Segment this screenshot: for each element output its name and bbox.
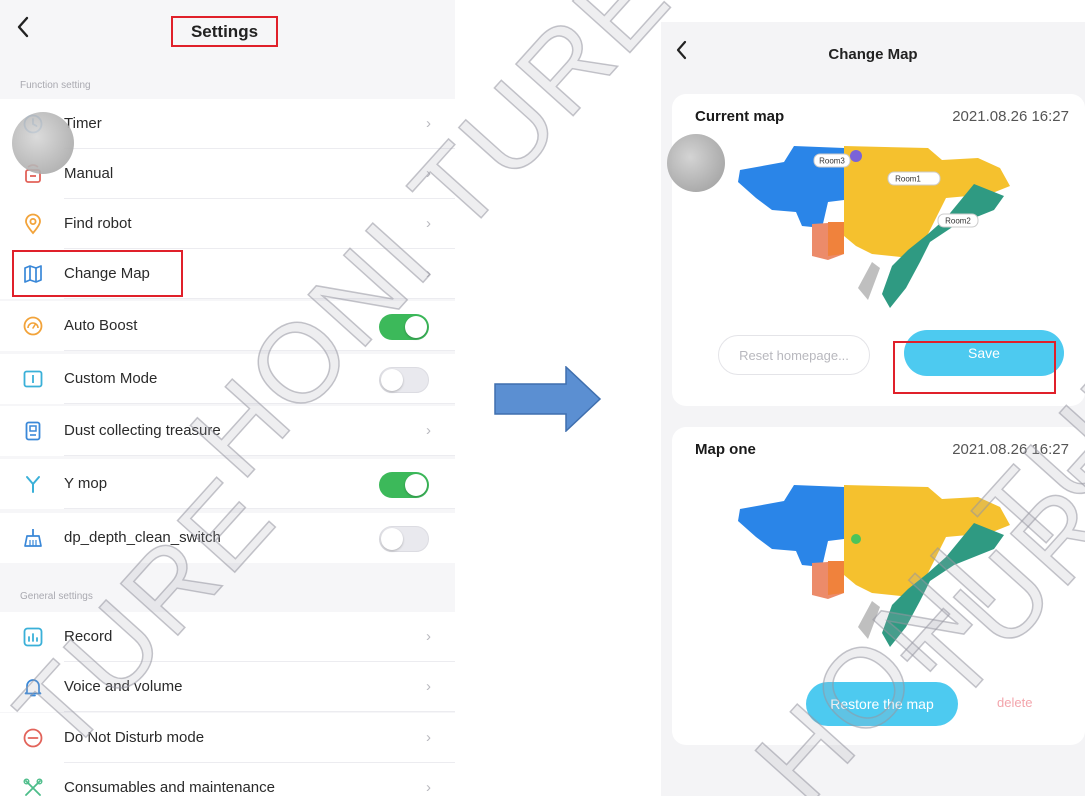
- divider: [64, 350, 455, 351]
- chevron-right-icon: ›: [426, 628, 431, 645]
- screenshot-composite: Settings Function setting Timer › Manual…: [0, 0, 1085, 796]
- divider: [64, 298, 455, 299]
- floor-map-current: Room3 Room1 Room2: [738, 146, 1010, 308]
- change-map-highlight-box: [12, 250, 183, 297]
- settings-item-record[interactable]: Record ›: [0, 612, 455, 662]
- broom-icon: [20, 526, 46, 550]
- settings-item-label: Voice and volume: [64, 678, 183, 695]
- custom-mode-icon: [20, 367, 46, 391]
- settings-item-custom-mode: Custom Mode: [0, 354, 455, 404]
- settings-item-depth-clean: dp_depth_clean_switch: [0, 513, 455, 563]
- settings-item-label: dp_depth_clean_switch: [64, 529, 221, 546]
- back-icon[interactable]: [16, 14, 30, 44]
- svg-text:Room3: Room3: [819, 157, 845, 166]
- section-label-general: General settings: [20, 591, 93, 602]
- custom-mode-toggle[interactable]: [379, 367, 429, 393]
- divider: [64, 508, 455, 509]
- assistive-touch-ball[interactable]: [12, 112, 74, 174]
- svg-text:Room1: Room1: [895, 175, 921, 184]
- toggle-knob: [381, 369, 403, 391]
- y-mop-toggle[interactable]: [379, 472, 429, 498]
- do-not-disturb-icon: [20, 726, 46, 750]
- settings-item-label: Find robot: [64, 215, 132, 232]
- auto-boost-toggle[interactable]: [379, 314, 429, 340]
- chevron-right-icon: ›: [426, 115, 431, 132]
- divider: [64, 711, 455, 712]
- page-title: Change Map: [828, 46, 918, 63]
- chevron-right-icon: ›: [426, 265, 431, 282]
- change-map-screen: Change Map Current map 2021.08.26 16:27 …: [661, 22, 1085, 796]
- robot-position-icon: [851, 534, 861, 544]
- settings-item-dust-collecting[interactable]: Dust collecting treasure ›: [0, 406, 455, 456]
- room-label-room2: Room2: [937, 213, 979, 228]
- toggle-knob: [381, 528, 403, 550]
- settings-item-label: Do Not Disturb mode: [64, 729, 205, 746]
- card-timestamp: 2021.08.26 16:27: [952, 441, 1069, 458]
- boost-icon: [20, 314, 46, 338]
- robot-dock-icon: [850, 150, 862, 162]
- settings-item-label: Custom Mode: [64, 370, 158, 387]
- settings-item-label: Consumables and maintenance: [64, 779, 275, 796]
- restore-map-button[interactable]: Restore the map: [806, 682, 958, 726]
- settings-item-label: Y mop: [64, 475, 108, 492]
- chevron-right-icon: ›: [426, 678, 431, 695]
- arrow-right-icon: [494, 366, 602, 432]
- record-chart-icon: [20, 625, 46, 649]
- settings-item-y-mop: Y mop: [0, 459, 455, 509]
- toggle-knob: [405, 316, 427, 338]
- chevron-right-icon: ›: [426, 165, 431, 182]
- settings-item-label: Record: [64, 628, 113, 645]
- room-label-room3: Room3: [813, 153, 851, 168]
- delete-button[interactable]: delete: [997, 695, 1032, 710]
- settings-item-find-robot[interactable]: Find robot ›: [0, 199, 455, 249]
- save-highlight-box: [893, 341, 1056, 394]
- assistive-touch-ball[interactable]: [667, 134, 725, 192]
- divider: [64, 455, 455, 456]
- tools-icon: [20, 776, 46, 796]
- floor-map-saved: [738, 485, 1010, 647]
- settings-item-consumables[interactable]: Consumables and maintenance ›: [0, 763, 455, 796]
- y-mop-icon: [20, 472, 46, 496]
- toggle-knob: [405, 474, 427, 496]
- card-title: Current map: [695, 108, 785, 125]
- settings-item-auto-boost: Auto Boost: [0, 301, 455, 351]
- settings-title: Settings: [171, 16, 278, 47]
- chevron-right-icon: ›: [426, 422, 431, 439]
- chevron-right-icon: ›: [426, 215, 431, 232]
- settings-item-label: Dust collecting treasure: [64, 422, 221, 439]
- svg-text:Room2: Room2: [945, 217, 971, 226]
- section-label-function: Function setting: [20, 80, 91, 91]
- settings-item-voice[interactable]: Voice and volume ›: [0, 662, 455, 712]
- settings-nav-bar: Settings: [0, 0, 455, 62]
- settings-screen: Settings Function setting Timer › Manual…: [0, 0, 455, 796]
- reset-homepage-button[interactable]: Reset homepage...: [718, 335, 870, 375]
- card-timestamp: 2021.08.26 16:27: [952, 108, 1069, 125]
- depth-clean-toggle[interactable]: [379, 526, 429, 552]
- location-pin-icon: [20, 212, 46, 236]
- room-label-room1: Room1: [887, 171, 941, 186]
- settings-item-do-not-disturb[interactable]: Do Not Disturb mode ›: [0, 713, 455, 763]
- chevron-right-icon: ›: [426, 779, 431, 796]
- dust-station-icon: [20, 419, 46, 443]
- bell-icon: [20, 675, 46, 699]
- saved-map-card: Map one 2021.08.26 16:27 Restore the map…: [672, 427, 1085, 745]
- settings-item-label: Manual: [64, 165, 114, 182]
- divider: [64, 403, 455, 404]
- card-title: Map one: [695, 441, 756, 458]
- chevron-right-icon: ›: [426, 729, 431, 746]
- settings-item-label: Auto Boost: [64, 317, 138, 334]
